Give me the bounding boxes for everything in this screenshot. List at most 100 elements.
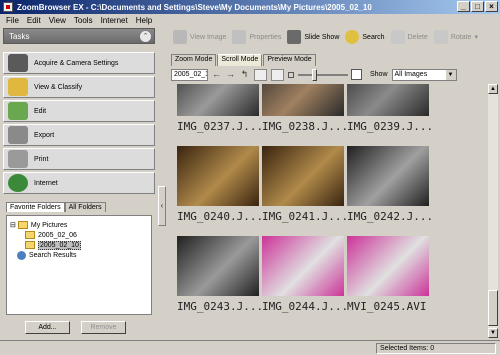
tab-preview-mode[interactable]: Preview Mode	[263, 54, 316, 66]
scroll-thumb[interactable]	[488, 290, 498, 326]
tab-zoom-mode[interactable]: Zoom Mode	[171, 54, 217, 66]
zoom-icon[interactable]	[254, 68, 267, 81]
scroll-down-button[interactable]: ▼	[488, 328, 498, 338]
chevron-down-icon: ▾	[474, 34, 478, 41]
panel-splitter[interactable]: ‹	[157, 28, 167, 338]
forward-arrow-icon[interactable]: →	[225, 69, 236, 80]
button-label: Search	[362, 33, 385, 41]
thumbnail-label: MVI_0245.AVI	[347, 300, 427, 313]
thumbnail-label: IMG_0237.J...	[177, 120, 264, 133]
close-button[interactable]: ×	[485, 1, 498, 12]
show-filter-value: All Images	[394, 70, 428, 78]
view-image-button[interactable]: View Image	[170, 28, 229, 46]
thumbnail-size-slider[interactable]	[298, 68, 348, 81]
thumbnail-image[interactable]	[347, 84, 429, 116]
thumbnail-image[interactable]	[177, 84, 259, 116]
thumbnail-image[interactable]	[262, 84, 344, 116]
collapse-icon[interactable]: ⌃	[140, 31, 151, 42]
menu-file[interactable]: File	[2, 16, 23, 25]
add-folder-button[interactable]: Add...	[25, 321, 70, 334]
task-print-button[interactable]: Print	[3, 148, 155, 170]
tree-label: 2005_02_10	[38, 240, 81, 250]
thumbnail-image[interactable]	[177, 146, 259, 206]
export-icon	[8, 126, 28, 144]
layout-icon[interactable]	[271, 68, 284, 81]
view-mode-tabs: Zoom Mode Scroll Mode Preview Mode	[171, 54, 317, 66]
toolbar: View Image Properties Slide Show Search …	[170, 27, 498, 47]
button-label: Slide Show	[304, 33, 340, 41]
thumbnail-label: IMG_0239.J...	[347, 120, 434, 133]
thumbnail-image[interactable]	[347, 146, 429, 206]
tree-label: My Pictures	[30, 221, 68, 229]
tab-favorite-folders[interactable]: Favorite Folders	[6, 202, 65, 212]
slider-thumb[interactable]	[312, 68, 317, 81]
tree-item-2005-02-10[interactable]: 2005_02_10	[25, 240, 81, 250]
folder-icon	[17, 221, 28, 229]
tab-all-folders[interactable]: All Folders	[64, 202, 106, 212]
search-results-icon	[17, 250, 26, 260]
title-bar: ZoomBrowser EX - C:\Documents and Settin…	[0, 0, 500, 14]
scroll-up-button[interactable]: ▲	[488, 84, 498, 94]
status-bar: Selected Items: 0	[0, 340, 500, 355]
task-acquire-button[interactable]: Acquire & Camera Settings	[3, 52, 155, 74]
folder-tree: ⊟ My Pictures 2005_02_06 2005_02_10 Sear…	[6, 215, 152, 315]
large-thumb-icon	[351, 69, 362, 80]
show-filter-select[interactable]: All Images ▼	[391, 68, 457, 81]
task-label: Edit	[34, 107, 47, 115]
task-export-button[interactable]: Export	[3, 124, 155, 146]
small-thumb-icon	[288, 71, 294, 78]
edit-icon	[8, 102, 28, 120]
slide-show-button[interactable]: Slide Show	[284, 28, 342, 46]
search-icon	[345, 30, 360, 44]
menu-bar: File Edit View Tools Internet Help	[0, 14, 500, 26]
tree-label: Search Results	[29, 251, 77, 259]
tasks-title: Tasks	[9, 31, 30, 41]
task-label: Print	[34, 155, 49, 163]
rotate-icon	[433, 30, 448, 44]
thumbnail-label: IMG_0243.J...	[177, 300, 264, 313]
tree-label: 2005_02_06	[38, 231, 77, 239]
back-arrow-icon[interactable]: ←	[211, 69, 222, 80]
camera-icon	[8, 54, 28, 72]
selected-items-count: Selected Items: 0	[376, 343, 496, 354]
slide-show-icon	[287, 30, 302, 44]
maximize-button[interactable]: □	[471, 1, 484, 12]
search-button[interactable]: Search	[342, 28, 387, 46]
tree-item-2005-02-06[interactable]: 2005_02_06	[25, 230, 77, 240]
task-label: Export	[34, 131, 55, 139]
expand-icon[interactable]: ⊟	[10, 221, 16, 229]
button-label: Rotate	[450, 33, 472, 41]
favorite-folders-panel: Favorite Folders All Folders ⊟ My Pictur…	[3, 200, 155, 338]
tab-scroll-mode[interactable]: Scroll Mode	[217, 54, 263, 66]
menu-tools[interactable]: Tools	[70, 16, 97, 25]
date-folder-select[interactable]: 2005_02_1	[171, 68, 208, 81]
thumbnail-image[interactable]	[262, 236, 344, 296]
rotate-button[interactable]: Rotate ▾	[431, 28, 481, 46]
task-label: View & Classify	[34, 83, 83, 91]
folder-open-icon	[25, 241, 35, 249]
properties-button[interactable]: Properties	[229, 28, 284, 46]
tree-item-search-results[interactable]: Search Results	[17, 250, 76, 260]
task-view-classify-button[interactable]: View & Classify	[3, 76, 155, 98]
menu-help[interactable]: Help	[132, 16, 156, 25]
button-label: Delete	[407, 33, 428, 41]
thumbnail-image[interactable]	[177, 236, 259, 296]
menu-edit[interactable]: Edit	[23, 16, 45, 25]
minimize-button[interactable]: _	[457, 1, 470, 12]
menu-view[interactable]: View	[45, 16, 70, 25]
chevron-down-icon[interactable]: ▼	[445, 69, 456, 80]
vertical-scrollbar[interactable]: ▲ ▼	[488, 84, 498, 338]
menu-internet[interactable]: Internet	[97, 16, 132, 25]
task-edit-button[interactable]: Edit	[3, 100, 155, 122]
delete-button[interactable]: Delete	[388, 28, 431, 46]
properties-icon	[232, 30, 247, 44]
button-label: Properties	[249, 33, 282, 41]
show-label: Show	[370, 71, 388, 78]
thumbnail-image[interactable]	[262, 146, 344, 206]
tree-item-my-pictures[interactable]: ⊟ My Pictures	[10, 220, 67, 230]
thumbnail-image[interactable]	[347, 236, 429, 296]
task-internet-button[interactable]: Internet	[3, 172, 155, 194]
collapse-panel-button[interactable]: ‹	[158, 186, 166, 226]
up-folder-icon[interactable]: ↰	[239, 69, 250, 80]
remove-folder-button[interactable]: Remove	[81, 321, 126, 334]
